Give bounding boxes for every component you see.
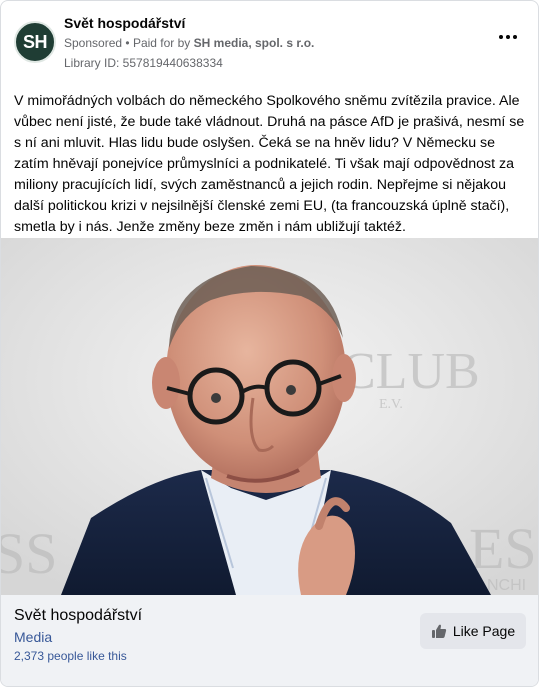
- library-id: Library ID: 557819440638334: [64, 56, 223, 70]
- like-page-label: Like Page: [452, 623, 516, 639]
- post-image[interactable]: CLUB E.V. SS ESS NCHI: [1, 238, 539, 595]
- footer-page-name[interactable]: Svět hospodářství: [14, 607, 142, 625]
- paid-for-prefix: Paid for by: [132, 36, 191, 50]
- backdrop-ev-text: E.V.: [379, 397, 403, 412]
- sponsored-line: Sponsored • Paid for by SH media, spol. …: [64, 36, 314, 50]
- post-body-text: V mimořádných volbách do německého Spolk…: [14, 93, 525, 235]
- like-page-button[interactable]: Like Page: [420, 613, 526, 649]
- backdrop-right-text: ESS: [469, 516, 539, 581]
- post-footer: Svět hospodářství Media 2,373 people lik…: [1, 595, 538, 686]
- payer-name: SH media, spol. s r.o.: [193, 36, 315, 50]
- post-header: SH Svět hospodářství Sponsored • Paid fo…: [1, 1, 538, 85]
- backdrop-right-small-text: NCHI: [487, 577, 526, 594]
- more-options-icon[interactable]: [496, 29, 520, 45]
- footer-like-count[interactable]: 2,373 people like this: [14, 649, 127, 663]
- backdrop-left-text: SS: [1, 521, 58, 586]
- page-avatar[interactable]: SH: [14, 21, 56, 63]
- thumbs-up-icon: [431, 624, 446, 638]
- page-name-link[interactable]: Svět hospodářství: [64, 15, 185, 31]
- backdrop-club-text: CLUB: [341, 343, 480, 400]
- sponsored-post-card: SH Svět hospodářství Sponsored • Paid fo…: [0, 0, 539, 687]
- avatar-initials: SH: [22, 31, 48, 52]
- footer-category[interactable]: Media: [14, 629, 52, 645]
- dot-separator: •: [125, 36, 133, 50]
- sponsored-label: Sponsored: [64, 36, 123, 50]
- portrait-photo: CLUB E.V. SS ESS NCHI: [1, 238, 539, 595]
